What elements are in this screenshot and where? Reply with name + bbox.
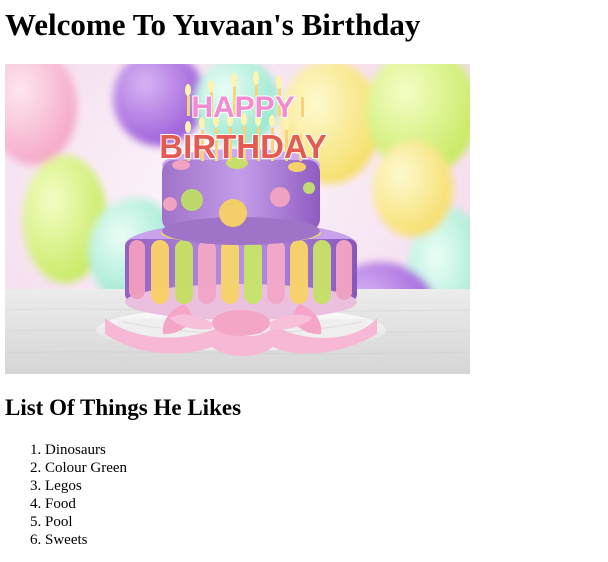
likes-list: Dinosaurs Colour Green Legos Food Pool S… xyxy=(5,441,127,549)
list-item: Sweets xyxy=(45,531,127,549)
likes-heading: List Of Things He Likes xyxy=(5,395,242,420)
list-item: Colour Green xyxy=(45,459,127,477)
list-item: Food xyxy=(45,495,127,513)
page-title: Welcome To Yuvaan's Birthday xyxy=(5,7,421,42)
page: Welcome To Yuvaan's Birthday HAPPY BIRTH… xyxy=(0,0,608,562)
list-item: Dinosaurs xyxy=(45,441,127,459)
list-item: Legos xyxy=(45,477,127,495)
list-item: Pool xyxy=(45,513,127,531)
cake-topper-birthday: BIRTHDAY xyxy=(159,128,326,165)
cake-topper-happy: HAPPY xyxy=(191,91,294,124)
birthday-cake-image: HAPPY BIRTHDAY xyxy=(5,64,470,374)
